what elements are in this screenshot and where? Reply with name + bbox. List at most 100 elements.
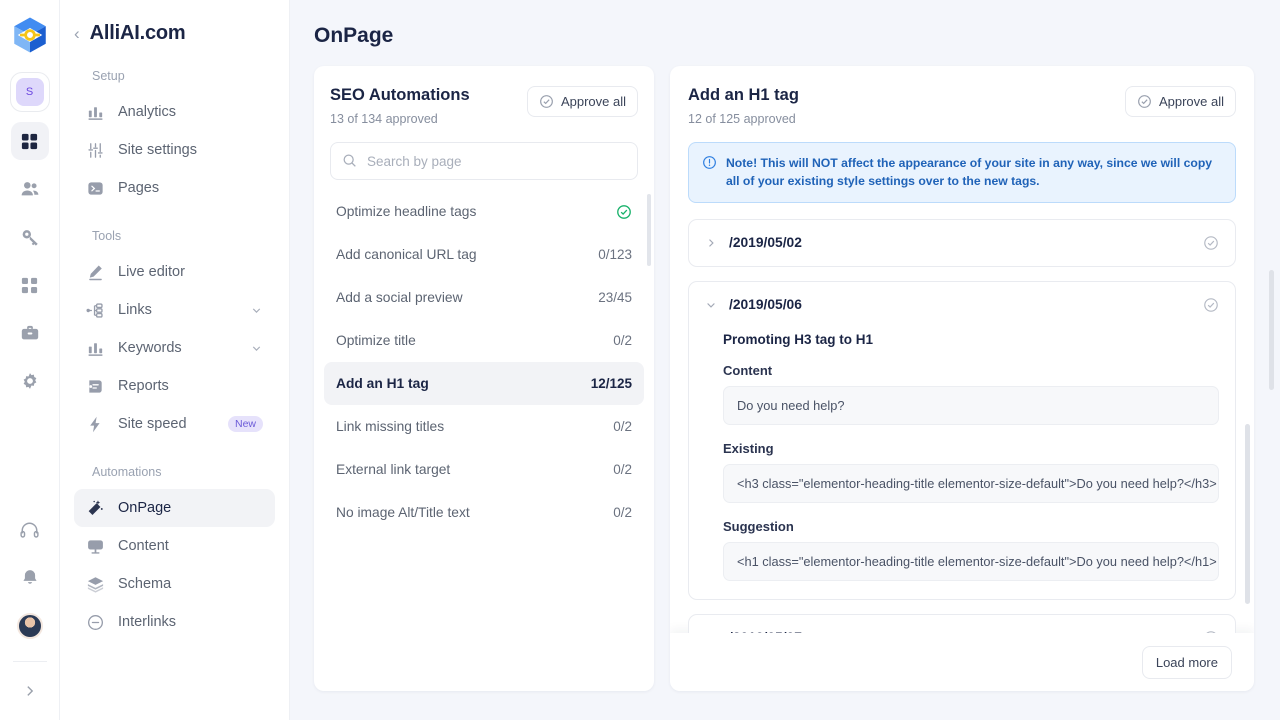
load-more-button[interactable]: Load more xyxy=(1142,646,1232,679)
sidebar-group: Automations OnPage Content SchemaInterlinks xyxy=(60,465,289,641)
support-headset-icon[interactable] xyxy=(11,511,49,549)
accordion-path: /2019/05/02 xyxy=(729,235,1191,250)
automation-list-item[interactable]: No image Alt/Title text0/2 xyxy=(324,491,644,534)
link-circle-icon xyxy=(86,613,105,632)
approve-check-icon[interactable] xyxy=(1203,297,1219,313)
sidebar-section-title: Tools xyxy=(76,229,289,243)
list-panel-subtitle: 13 of 134 approved xyxy=(330,112,470,126)
sidebar-item-schema[interactable]: Schema xyxy=(74,565,275,603)
bar-chart-icon xyxy=(86,103,105,122)
approve-all-label-right: Approve all xyxy=(1159,94,1224,109)
approve-check-icon[interactable] xyxy=(1203,235,1219,251)
automation-label: Link missing titles xyxy=(336,419,444,434)
suggestion-code-value: <h1 class="elementor-heading-title eleme… xyxy=(723,542,1219,581)
content-field-label: Content xyxy=(723,363,1219,378)
expand-rail-chevron-icon[interactable] xyxy=(11,672,49,710)
automation-list-item[interactable]: Add canonical URL tag0/123 xyxy=(324,233,644,276)
page-title: OnPage xyxy=(314,24,1254,48)
list-panel-header: SEO Automations 13 of 134 approved Appro… xyxy=(314,86,654,126)
automation-label: Add a social preview xyxy=(336,290,463,305)
sidebar-item-interlinks[interactable]: Interlinks xyxy=(74,603,275,641)
approve-check-icon[interactable] xyxy=(1203,630,1219,633)
automation-list-item[interactable]: External link target 0/2 xyxy=(324,448,644,491)
new-badge: New xyxy=(228,416,263,432)
notification-bell-icon[interactable] xyxy=(11,559,49,597)
automation-list-item[interactable]: Optimize headline tags xyxy=(324,190,644,233)
sidebar-item-pages[interactable]: Pages xyxy=(74,169,275,207)
sidebar-item-label: Content xyxy=(118,538,263,554)
sidebar-group: SetupAnalyticsSite settingsPages xyxy=(60,69,289,207)
automation-label: External link target xyxy=(336,462,450,477)
bolt-icon xyxy=(86,415,105,434)
accordion-header[interactable]: /2019/05/07 xyxy=(689,615,1235,633)
sidebar-item-reports[interactable]: Reports xyxy=(74,367,275,405)
accordion-header[interactable]: /2019/05/06 xyxy=(689,282,1235,328)
sidebar-item-links[interactable]: Links xyxy=(74,291,275,329)
chevron-right-icon[interactable] xyxy=(705,237,717,249)
content-field-value: Do you need help? xyxy=(723,386,1219,425)
automation-list-item[interactable]: Link missing titles 0/2 xyxy=(324,405,644,448)
sidebar-item-onpage[interactable]: OnPage xyxy=(74,489,275,527)
team-people-icon[interactable] xyxy=(11,170,49,208)
icon-rail: S xyxy=(0,0,60,720)
app-root: S xyxy=(0,0,1280,720)
workspace-switcher[interactable]: S xyxy=(10,72,50,112)
key-icon[interactable] xyxy=(11,218,49,256)
accordion-path: /2019/05/06 xyxy=(729,297,1191,312)
check-circle-icon xyxy=(1137,94,1152,109)
avatar-image xyxy=(17,613,43,639)
alliai-logo xyxy=(9,14,51,56)
main-scrollbar[interactable] xyxy=(1269,270,1274,390)
accordion-item: /2019/05/02 xyxy=(688,219,1236,267)
sidebar-item-label: Reports xyxy=(118,378,263,394)
detail-scrollbar[interactable] xyxy=(1245,424,1250,604)
sidebar-nav: SetupAnalyticsSite settingsPagesToolsLiv… xyxy=(60,69,289,641)
user-avatar[interactable] xyxy=(11,607,49,645)
approve-all-button-right[interactable]: Approve all xyxy=(1125,86,1236,117)
back-chevron-icon[interactable]: ‹ xyxy=(74,25,80,42)
detail-title: Add an H1 tag xyxy=(688,86,799,105)
chevron-right-icon[interactable] xyxy=(705,632,717,633)
automation-count: 0/2 xyxy=(613,462,632,477)
automation-label: No image Alt/Title text xyxy=(336,505,470,520)
automation-count: 0/2 xyxy=(613,419,632,434)
automation-list-item[interactable]: Optimize title 0/2 xyxy=(324,319,644,362)
sidebar-item-label: Links xyxy=(118,302,237,318)
chevron-down-icon[interactable] xyxy=(705,299,717,311)
automation-label: Optimize headline tags xyxy=(336,204,476,219)
info-note: Note! This will NOT affect the appearanc… xyxy=(688,142,1236,203)
automation-list-item[interactable]: Add a social preview23/45 xyxy=(324,276,644,319)
gear-icon[interactable] xyxy=(11,362,49,400)
automation-count: 0/2 xyxy=(613,333,632,348)
sidebar-item-label: Site settings xyxy=(118,142,263,158)
search-input[interactable] xyxy=(330,142,638,180)
sidebar-item-label: Analytics xyxy=(118,104,263,120)
automation-label: Add an H1 tag xyxy=(336,376,429,391)
chevron-down-icon[interactable] xyxy=(250,342,263,355)
approve-all-button-left[interactable]: Approve all xyxy=(527,86,638,117)
sidebar-section-title: Automations xyxy=(76,465,289,479)
automation-label: Add canonical URL tag xyxy=(336,247,477,262)
list-scrollbar[interactable] xyxy=(647,194,651,266)
sidebar-item-site-settings[interactable]: Site settings xyxy=(74,131,275,169)
apps-grid-icon[interactable] xyxy=(11,266,49,304)
sidebar-item-content[interactable]: Content xyxy=(74,527,275,565)
seo-automations-panel: SEO Automations 13 of 134 approved Appro… xyxy=(314,66,654,691)
automation-label: Optimize title xyxy=(336,333,416,348)
accordion-item: /2019/05/06Promoting H3 tag to H1Content… xyxy=(688,281,1236,600)
main-area: OnPage SEO Automations 13 of 134 approve… xyxy=(290,0,1280,720)
dashboard-grid-icon[interactable] xyxy=(11,122,49,160)
sidebar-item-keywords[interactable]: Keywords xyxy=(74,329,275,367)
automation-list-item[interactable]: Add an H1 tag12/125 xyxy=(324,362,644,405)
monitor-icon xyxy=(86,537,105,556)
sidebar-item-live-editor[interactable]: Live editor xyxy=(74,253,275,291)
sidebar-item-site-speed[interactable]: Site speedNew xyxy=(74,405,275,443)
search-container xyxy=(330,142,638,180)
briefcase-icon[interactable] xyxy=(11,314,49,352)
rail-divider xyxy=(13,661,47,662)
sidebar-item-analytics[interactable]: Analytics xyxy=(74,93,275,131)
chevron-down-icon[interactable] xyxy=(250,304,263,317)
note-text: Note! This will NOT affect the appearanc… xyxy=(726,154,1222,191)
detail-subtitle: 12 of 125 approved xyxy=(688,112,799,126)
accordion-header[interactable]: /2019/05/02 xyxy=(689,220,1235,266)
